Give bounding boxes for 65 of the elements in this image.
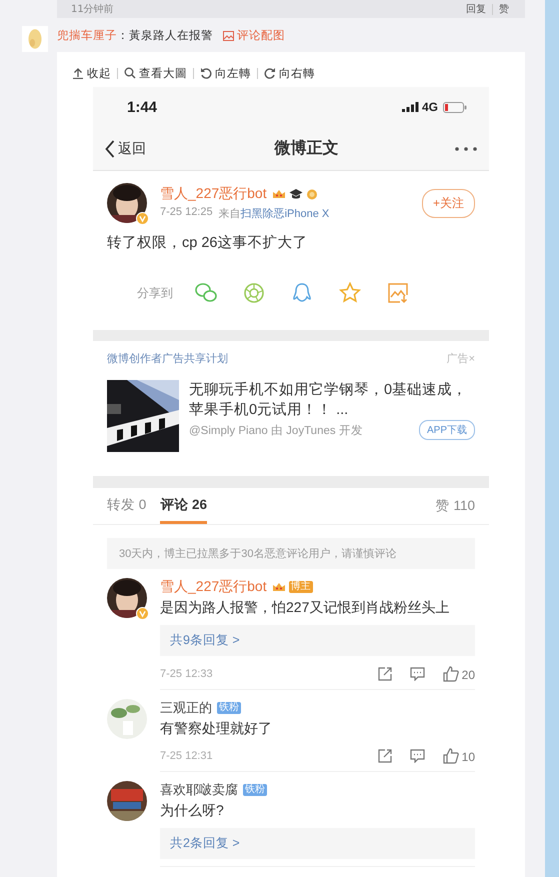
toolbar-button[interactable]: 向左轉 bbox=[200, 66, 251, 80]
comment-text: 为什么呀? bbox=[160, 802, 225, 820]
comment-time: 7-25 12:31 bbox=[160, 750, 213, 762]
username-link[interactable]: 雪人_227恶行bot bbox=[160, 578, 267, 596]
search-icon bbox=[124, 67, 136, 79]
back-button[interactable]: 返回 bbox=[105, 140, 146, 158]
tab[interactable]: 评论 26 bbox=[160, 488, 208, 524]
username-link[interactable]: 雪人_227恶行bot bbox=[160, 185, 267, 203]
username-link[interactable]: 兜揣车厘子 bbox=[57, 28, 117, 43]
thumbs-up-icon bbox=[442, 748, 459, 764]
user-badge: 铁粉 bbox=[217, 702, 241, 714]
rotate-right-icon bbox=[264, 67, 276, 79]
source-label: 来自 bbox=[218, 207, 241, 221]
like-button[interactable]: 20 bbox=[442, 666, 475, 682]
more-icon[interactable] bbox=[455, 146, 477, 150]
post-time: 7-25 12:25 bbox=[160, 206, 213, 220]
battery-icon bbox=[443, 102, 467, 112]
page-title: 微博正文 bbox=[274, 138, 338, 159]
share-icon[interactable] bbox=[378, 667, 392, 681]
rotate-left-icon bbox=[200, 67, 212, 79]
download-button[interactable]: APP下载 bbox=[418, 420, 475, 440]
user-badge: 博主 bbox=[288, 581, 313, 593]
action-link[interactable]: 赞 bbox=[499, 2, 509, 16]
follow-button[interactable]: +关注 bbox=[422, 188, 475, 218]
like-button[interactable]: 10 bbox=[442, 748, 475, 764]
share-label: 分享到 bbox=[137, 284, 173, 302]
username-link[interactable]: 三观正的 bbox=[160, 699, 212, 717]
likes-count[interactable]: 赞 110 bbox=[436, 497, 475, 515]
toolbar-button[interactable]: 收起 bbox=[72, 66, 111, 80]
upload-icon bbox=[72, 67, 84, 79]
share-icon[interactable] bbox=[378, 749, 392, 763]
medal-icon bbox=[306, 188, 318, 200]
comment-text: ：黃泉路人在报警 bbox=[117, 28, 213, 43]
thumbs-up-icon bbox=[442, 666, 459, 682]
crown-icon bbox=[272, 188, 286, 200]
ad-program-link[interactable]: 微博创作者广告共享计划 bbox=[107, 351, 228, 366]
comment-icon[interactable] bbox=[410, 667, 425, 681]
comment-time: 7-25 12:33 bbox=[160, 668, 213, 680]
action-link[interactable]: 回复 bbox=[466, 2, 486, 16]
signal-icon bbox=[402, 102, 419, 112]
ad-title: 无聊玩手机不如用它学钢琴，0基础速成，苹果手机0元试用！！ ... bbox=[189, 380, 468, 420]
replies-link[interactable]: 共2条回复 > bbox=[160, 828, 475, 859]
clock: 1:44 bbox=[127, 98, 158, 116]
star-icon[interactable] bbox=[339, 282, 361, 304]
penguin-icon[interactable] bbox=[291, 282, 313, 304]
toolbar-button[interactable]: 查看大圖 bbox=[124, 66, 187, 80]
replies-link[interactable]: 共9条回复 > bbox=[160, 625, 475, 656]
post-text: 转了权限，cp 26这事不扩大了 bbox=[107, 234, 308, 252]
network-label: 4G bbox=[422, 100, 438, 114]
user-badge: 铁粉 bbox=[243, 784, 267, 796]
comment-text: 有警察处理就好了 bbox=[160, 720, 273, 738]
notice-banner: 30天内，博主已拉黑多于30名恶意评论用户，请谨慎评论 bbox=[107, 538, 475, 569]
username-link[interactable]: 喜欢耶啵卖腐 bbox=[160, 781, 238, 799]
image-icon bbox=[223, 30, 234, 40]
tab[interactable]: 转发 0 bbox=[107, 488, 146, 524]
timestamp: 11分钟前 bbox=[71, 2, 114, 16]
chat-bubbles-icon[interactable] bbox=[195, 282, 217, 304]
back-icon bbox=[105, 140, 115, 158]
source-link[interactable]: 扫黑除恶iPhone X bbox=[240, 206, 330, 221]
toolbar-button[interactable]: 向右轉 bbox=[264, 66, 315, 80]
graduation-cap-icon bbox=[288, 188, 303, 200]
attachment-link[interactable]: 评论配图 bbox=[223, 28, 285, 43]
comment-icon[interactable] bbox=[410, 749, 425, 763]
comment-text: 是因为路人报警，怕227又记恨到肖战粉丝头上 bbox=[160, 599, 450, 617]
ad-source: @Simply Piano 由 JoyTunes 开发 bbox=[189, 424, 363, 438]
